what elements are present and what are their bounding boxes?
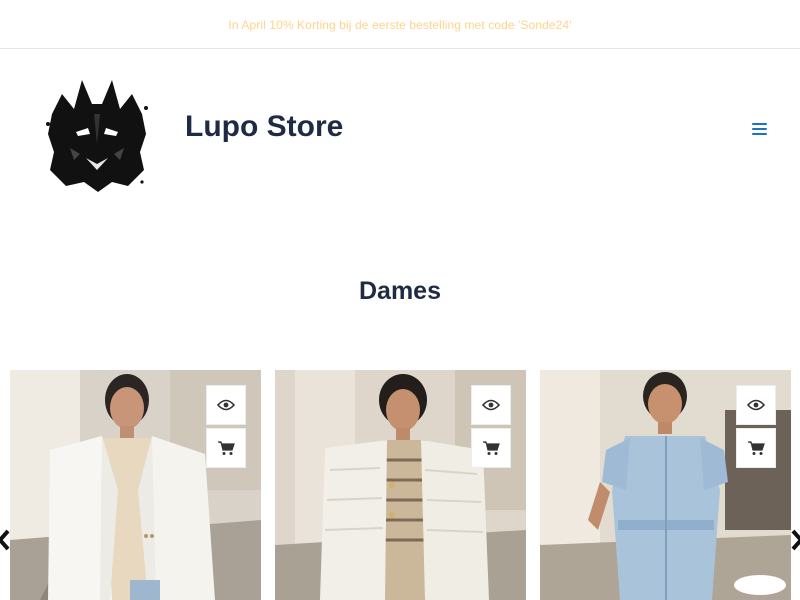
add-to-cart-button[interactable] — [471, 428, 511, 468]
quick-view-button[interactable] — [206, 385, 246, 425]
product-card-3[interactable] — [540, 370, 791, 600]
add-to-cart-button[interactable] — [206, 428, 246, 468]
chevron-right-icon — [791, 529, 800, 551]
brand-name[interactable]: Lupo Store — [185, 110, 343, 144]
carousel-next-button[interactable] — [790, 528, 800, 552]
cart-icon — [748, 441, 765, 455]
quick-view-button[interactable] — [736, 385, 776, 425]
eye-icon — [217, 399, 235, 411]
announcement-bar: In April 10% Korting bij de eerste beste… — [0, 0, 800, 49]
page-title: Dames — [359, 277, 441, 305]
cart-icon — [483, 441, 500, 455]
product-card-1[interactable] — [10, 370, 261, 600]
hamburger-menu-icon[interactable] — [750, 120, 770, 138]
product-card-2[interactable] — [275, 370, 526, 600]
eye-icon — [747, 399, 765, 411]
quick-view-button[interactable] — [471, 385, 511, 425]
product-carousel — [0, 370, 800, 600]
add-to-cart-button[interactable] — [736, 428, 776, 468]
announcement-text: In April 10% Korting bij de eerste beste… — [228, 17, 572, 32]
cart-icon — [218, 441, 235, 455]
carousel-prev-button[interactable] — [0, 528, 11, 552]
wolf-logo-icon[interactable] — [44, 74, 150, 192]
chevron-left-icon — [0, 529, 10, 551]
eye-icon — [482, 399, 500, 411]
